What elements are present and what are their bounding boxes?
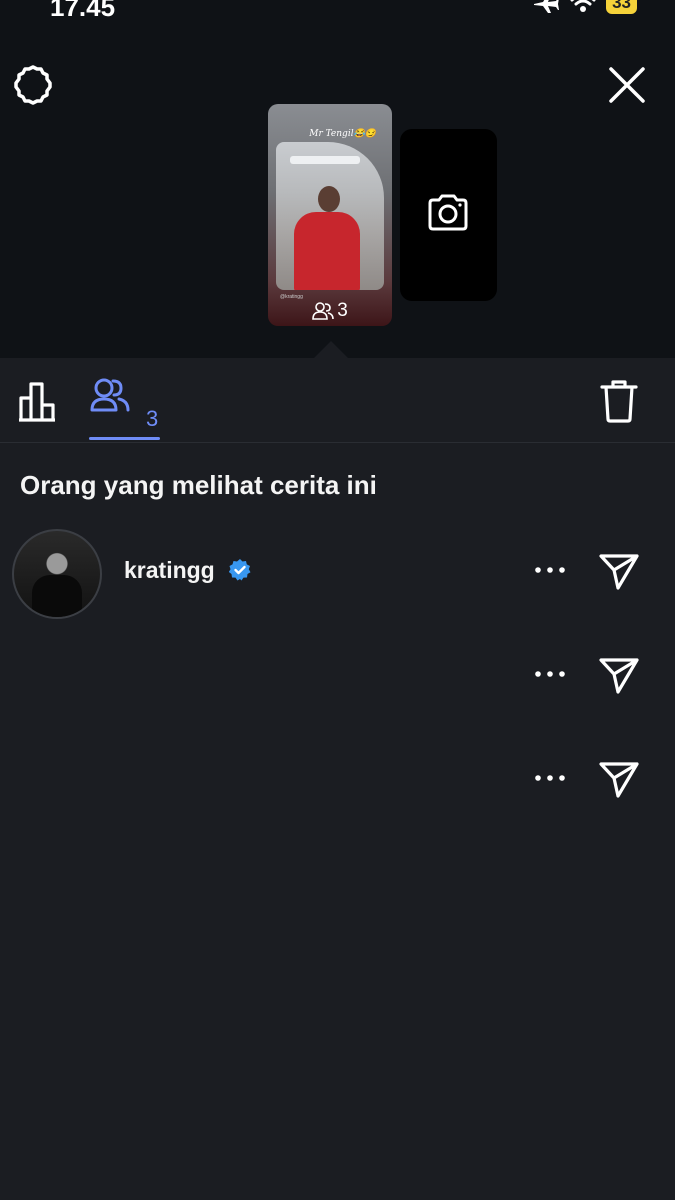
avatar-figure: [32, 575, 82, 617]
story-thumbnail[interactable]: Mr Tengil😂😏 @kratingg 3: [268, 104, 392, 326]
close-button[interactable]: [606, 64, 648, 106]
send-message-button[interactable]: [598, 550, 640, 592]
ceiling-light: [290, 156, 360, 164]
trash-icon: [600, 380, 638, 423]
camera-icon: [428, 194, 468, 231]
add-story-camera-card[interactable]: [400, 129, 497, 301]
more-horizontal-icon: [535, 567, 565, 573]
people-icon: [90, 378, 130, 412]
airplane-icon: [534, 0, 560, 13]
tab-bar: 3: [0, 358, 675, 443]
people-icon: [312, 302, 335, 320]
tab-insights[interactable]: [18, 380, 62, 422]
close-icon: [609, 67, 645, 103]
story-view-count: 3: [268, 300, 392, 322]
viewer-row[interactable]: [0, 730, 675, 830]
story-viewers-screen: 17.45 33 Mr Tengil😂😏 @kratingg 3 3 Orang…: [0, 0, 675, 1200]
photo-person-body: [294, 212, 360, 290]
selected-story-pointer: [314, 341, 348, 358]
delete-story-button[interactable]: [600, 379, 638, 423]
send-icon: [599, 658, 639, 694]
active-tab-indicator: [89, 437, 160, 440]
viewer-row[interactable]: [0, 626, 675, 726]
story-photo: [276, 142, 384, 290]
more-horizontal-icon: [535, 671, 565, 677]
story-view-count-value: 3: [337, 300, 348, 321]
status-icons: 33: [532, 0, 637, 14]
story-caption: Mr Tengil😂😏: [309, 129, 376, 139]
send-icon: [599, 554, 639, 590]
photo-person-head: [318, 186, 340, 212]
tab-viewers-count: 3: [146, 406, 159, 431]
send-message-button[interactable]: [598, 758, 640, 800]
more-options-button[interactable]: [533, 767, 567, 789]
tab-viewers[interactable]: 3: [89, 376, 161, 442]
send-icon: [599, 762, 639, 798]
status-time: 17.45: [50, 0, 116, 22]
avatar[interactable]: [12, 529, 102, 619]
more-options-button[interactable]: [533, 559, 567, 581]
bar-chart-icon: [19, 382, 55, 422]
send-message-button[interactable]: [598, 654, 640, 696]
viewer-username[interactable]: kratingg: [124, 557, 215, 584]
wifi-icon: [570, 0, 596, 12]
battery-indicator: 33: [606, 0, 637, 14]
section-title: Orang yang melihat cerita ini: [20, 470, 377, 500]
story-preview-area: 17.45 33 Mr Tengil😂😏 @kratingg 3: [0, 0, 675, 358]
settings-button[interactable]: [12, 64, 54, 106]
gear-icon: [14, 65, 52, 105]
status-bar: 17.45 33: [0, 0, 675, 22]
more-options-button[interactable]: [533, 663, 567, 685]
viewer-row[interactable]: kratingg: [0, 522, 675, 622]
verified-badge-icon: [229, 559, 251, 581]
more-horizontal-icon: [535, 775, 565, 781]
